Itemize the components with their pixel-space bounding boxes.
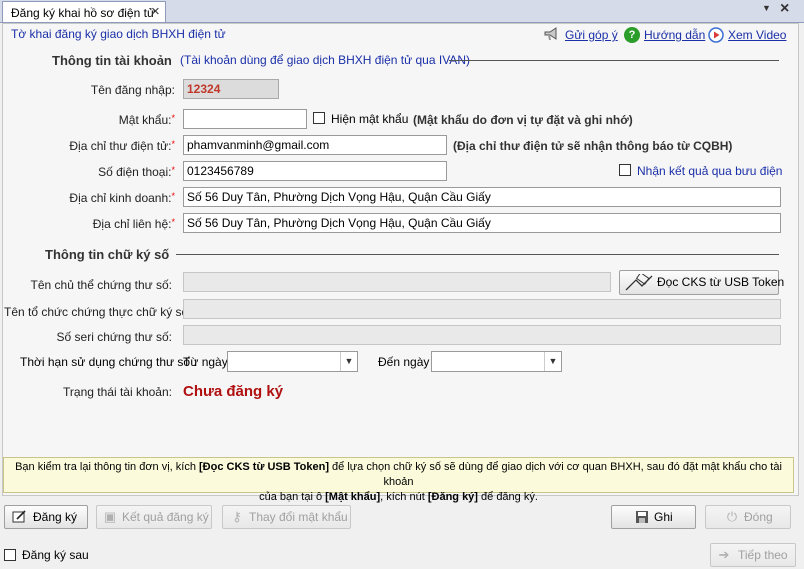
required-mark: * <box>171 217 175 227</box>
username-label: Tên đăng nhập: <box>90 83 175 97</box>
register-icon <box>11 509 27 525</box>
password-input[interactable] <box>183 109 307 129</box>
cert-issuer-field <box>183 299 781 319</box>
save-label: Ghi <box>654 510 673 524</box>
feedback-link[interactable]: Gửi góp ý <box>565 28 618 42</box>
required-mark: * <box>171 165 175 175</box>
email-input[interactable]: phamvanminh@gmail.com <box>183 135 447 155</box>
account-section-title: Thông tin tài khoản <box>52 53 172 68</box>
instruction-note: Bạn kiểm tra lại thông tin đơn vị, kích … <box>3 457 794 503</box>
tab-close-icon[interactable]: × <box>151 3 160 20</box>
megaphone-icon <box>544 27 560 41</box>
next-label: Tiếp theo <box>738 548 788 562</box>
required-mark: * <box>171 191 175 201</box>
tab-list-dropdown-icon[interactable]: ▼ <box>762 3 771 13</box>
account-section-divider <box>449 60 779 61</box>
tab-strip: Đăng ký khai hồ sơ điện tử × ▼ × <box>0 0 804 23</box>
usb-token-icon <box>624 271 654 291</box>
register-later-checkbox[interactable] <box>4 549 16 561</box>
from-date-label: Từ ngày <box>183 355 228 369</box>
save-button[interactable]: Ghi <box>611 505 696 529</box>
read-usb-token-button[interactable]: Đọc CKS từ USB Token <box>619 270 784 295</box>
phone-label: Số điện thoại:* <box>40 165 175 179</box>
cert-serial-field <box>183 325 781 345</box>
arrow-right-icon: ➔ <box>718 547 730 562</box>
email-label-text: Địa chỉ thư điện tử: <box>69 139 172 153</box>
window-close-icon[interactable]: × <box>780 0 789 18</box>
power-icon: ⏻ <box>726 509 738 524</box>
note-text-2: để lựa chọn chữ ký số sẽ dùng để giao dị… <box>329 461 782 488</box>
postal-result-checkbox[interactable] <box>619 164 631 176</box>
tab-title: Đăng ký khai hồ sơ điện tử <box>11 6 155 20</box>
account-status-label: Trạng thái tài khoản: <box>63 385 172 399</box>
registration-result-label: Kết quả đăng ký <box>122 510 209 524</box>
close-label: Đóng <box>744 510 773 524</box>
result-icon: ▣ <box>103 509 117 524</box>
cert-owner-field <box>183 272 611 292</box>
signature-section-title: Thông tin chữ ký số <box>45 247 170 262</box>
key-icon: ⚷ <box>232 509 242 524</box>
note-bold-register: [Đăng ký] <box>427 491 478 503</box>
business-address-label: Địa chỉ kinh doanh:* <box>40 191 175 205</box>
note-text-3: của bạn tại ô <box>259 491 326 503</box>
show-password-checkbox[interactable] <box>313 112 325 124</box>
show-password-label[interactable]: Hiện mật khẩu <box>331 112 408 126</box>
phone-input[interactable]: 0123456789 <box>183 161 447 181</box>
help-icon: ? <box>624 27 640 43</box>
register-later-label[interactable]: Đăng ký sau <box>22 548 89 562</box>
phone-label-text: Số điện thoại: <box>98 165 172 179</box>
email-label: Địa chỉ thư điện tử:* <box>40 139 175 153</box>
signature-section-divider <box>176 254 779 255</box>
postal-result-label[interactable]: Nhận kết quả qua bưu điện <box>637 164 782 178</box>
video-link[interactable]: Xem Video <box>728 28 786 42</box>
video-play-icon <box>708 27 724 43</box>
contact-address-label-text: Địa chỉ liên hệ: <box>92 217 172 231</box>
note-bold-read-token: [Đọc CKS từ USB Token] <box>199 461 329 473</box>
password-label: Mật khẩu:* <box>60 113 175 127</box>
register-button[interactable]: Đăng ký <box>4 505 88 529</box>
business-address-label-text: Địa chỉ kinh doanh: <box>69 191 172 205</box>
help-link[interactable]: Hướng dẫn <box>644 28 705 42</box>
cert-owner-label: Tên chủ thể chứng thư số: <box>30 278 172 292</box>
tab-register-ehs[interactable]: Đăng ký khai hồ sơ điện tử × <box>2 1 166 22</box>
business-address-input[interactable]: Số 56 Duy Tân, Phường Dịch Vọng Hậu, Quậ… <box>183 187 781 207</box>
note-text-1: Bạn kiểm tra lại thông tin đơn vị, kích <box>15 461 199 473</box>
change-password-button[interactable]: ⚷ Thay đổi mật khẩu <box>222 505 351 529</box>
username-field: 12324 <box>183 79 279 99</box>
required-mark: * <box>171 139 175 149</box>
form-subtitle: Tờ khai đăng ký giao dịch BHXH điện tử <box>11 27 226 41</box>
chevron-down-icon[interactable]: ▼ <box>544 352 561 371</box>
email-note: (Địa chỉ thư điện tử sẽ nhận thông báo t… <box>453 139 733 153</box>
required-mark: * <box>171 113 175 123</box>
save-icon <box>634 509 650 525</box>
read-usb-token-label: Đọc CKS từ USB Token <box>657 275 785 289</box>
change-password-label: Thay đổi mật khẩu <box>249 510 348 524</box>
contact-address-label: Địa chỉ liên hệ:* <box>40 217 175 231</box>
cert-issuer-label: Tên tổ chức chứng thực chữ ký số: <box>4 305 192 319</box>
cert-serial-label: Số seri chứng thư số: <box>56 330 172 344</box>
cert-validity-label: Thời hạn sử dụng chứng thư số : <box>20 355 197 369</box>
from-date-select[interactable]: ▼ <box>227 351 358 372</box>
register-label: Đăng ký <box>33 510 78 524</box>
to-date-select[interactable]: ▼ <box>431 351 562 372</box>
close-button[interactable]: ⏻ Đóng <box>705 505 791 529</box>
registration-result-button[interactable]: ▣ Kết quả đăng ký <box>96 505 212 529</box>
note-text-4: , kích nút <box>380 491 428 503</box>
next-button[interactable]: ➔ Tiếp theo <box>710 543 796 567</box>
note-bold-password: [Mật khẩu] <box>325 491 381 503</box>
to-date-label: Đến ngày <box>378 355 430 369</box>
chevron-down-icon[interactable]: ▼ <box>340 352 357 371</box>
password-label-text: Mật khẩu: <box>118 113 172 127</box>
password-note: (Mật khẩu do đơn vị tự đặt và ghi nhớ) <box>413 113 633 127</box>
contact-address-input[interactable]: Số 56 Duy Tân, Phường Dịch Vọng Hậu, Quậ… <box>183 213 781 233</box>
account-status-value: Chưa đăng ký <box>183 383 284 400</box>
account-section-note: (Tài khoản dùng để giao dịch BHXH điện t… <box>180 53 470 67</box>
note-text-5: để đăng ký. <box>477 491 538 503</box>
